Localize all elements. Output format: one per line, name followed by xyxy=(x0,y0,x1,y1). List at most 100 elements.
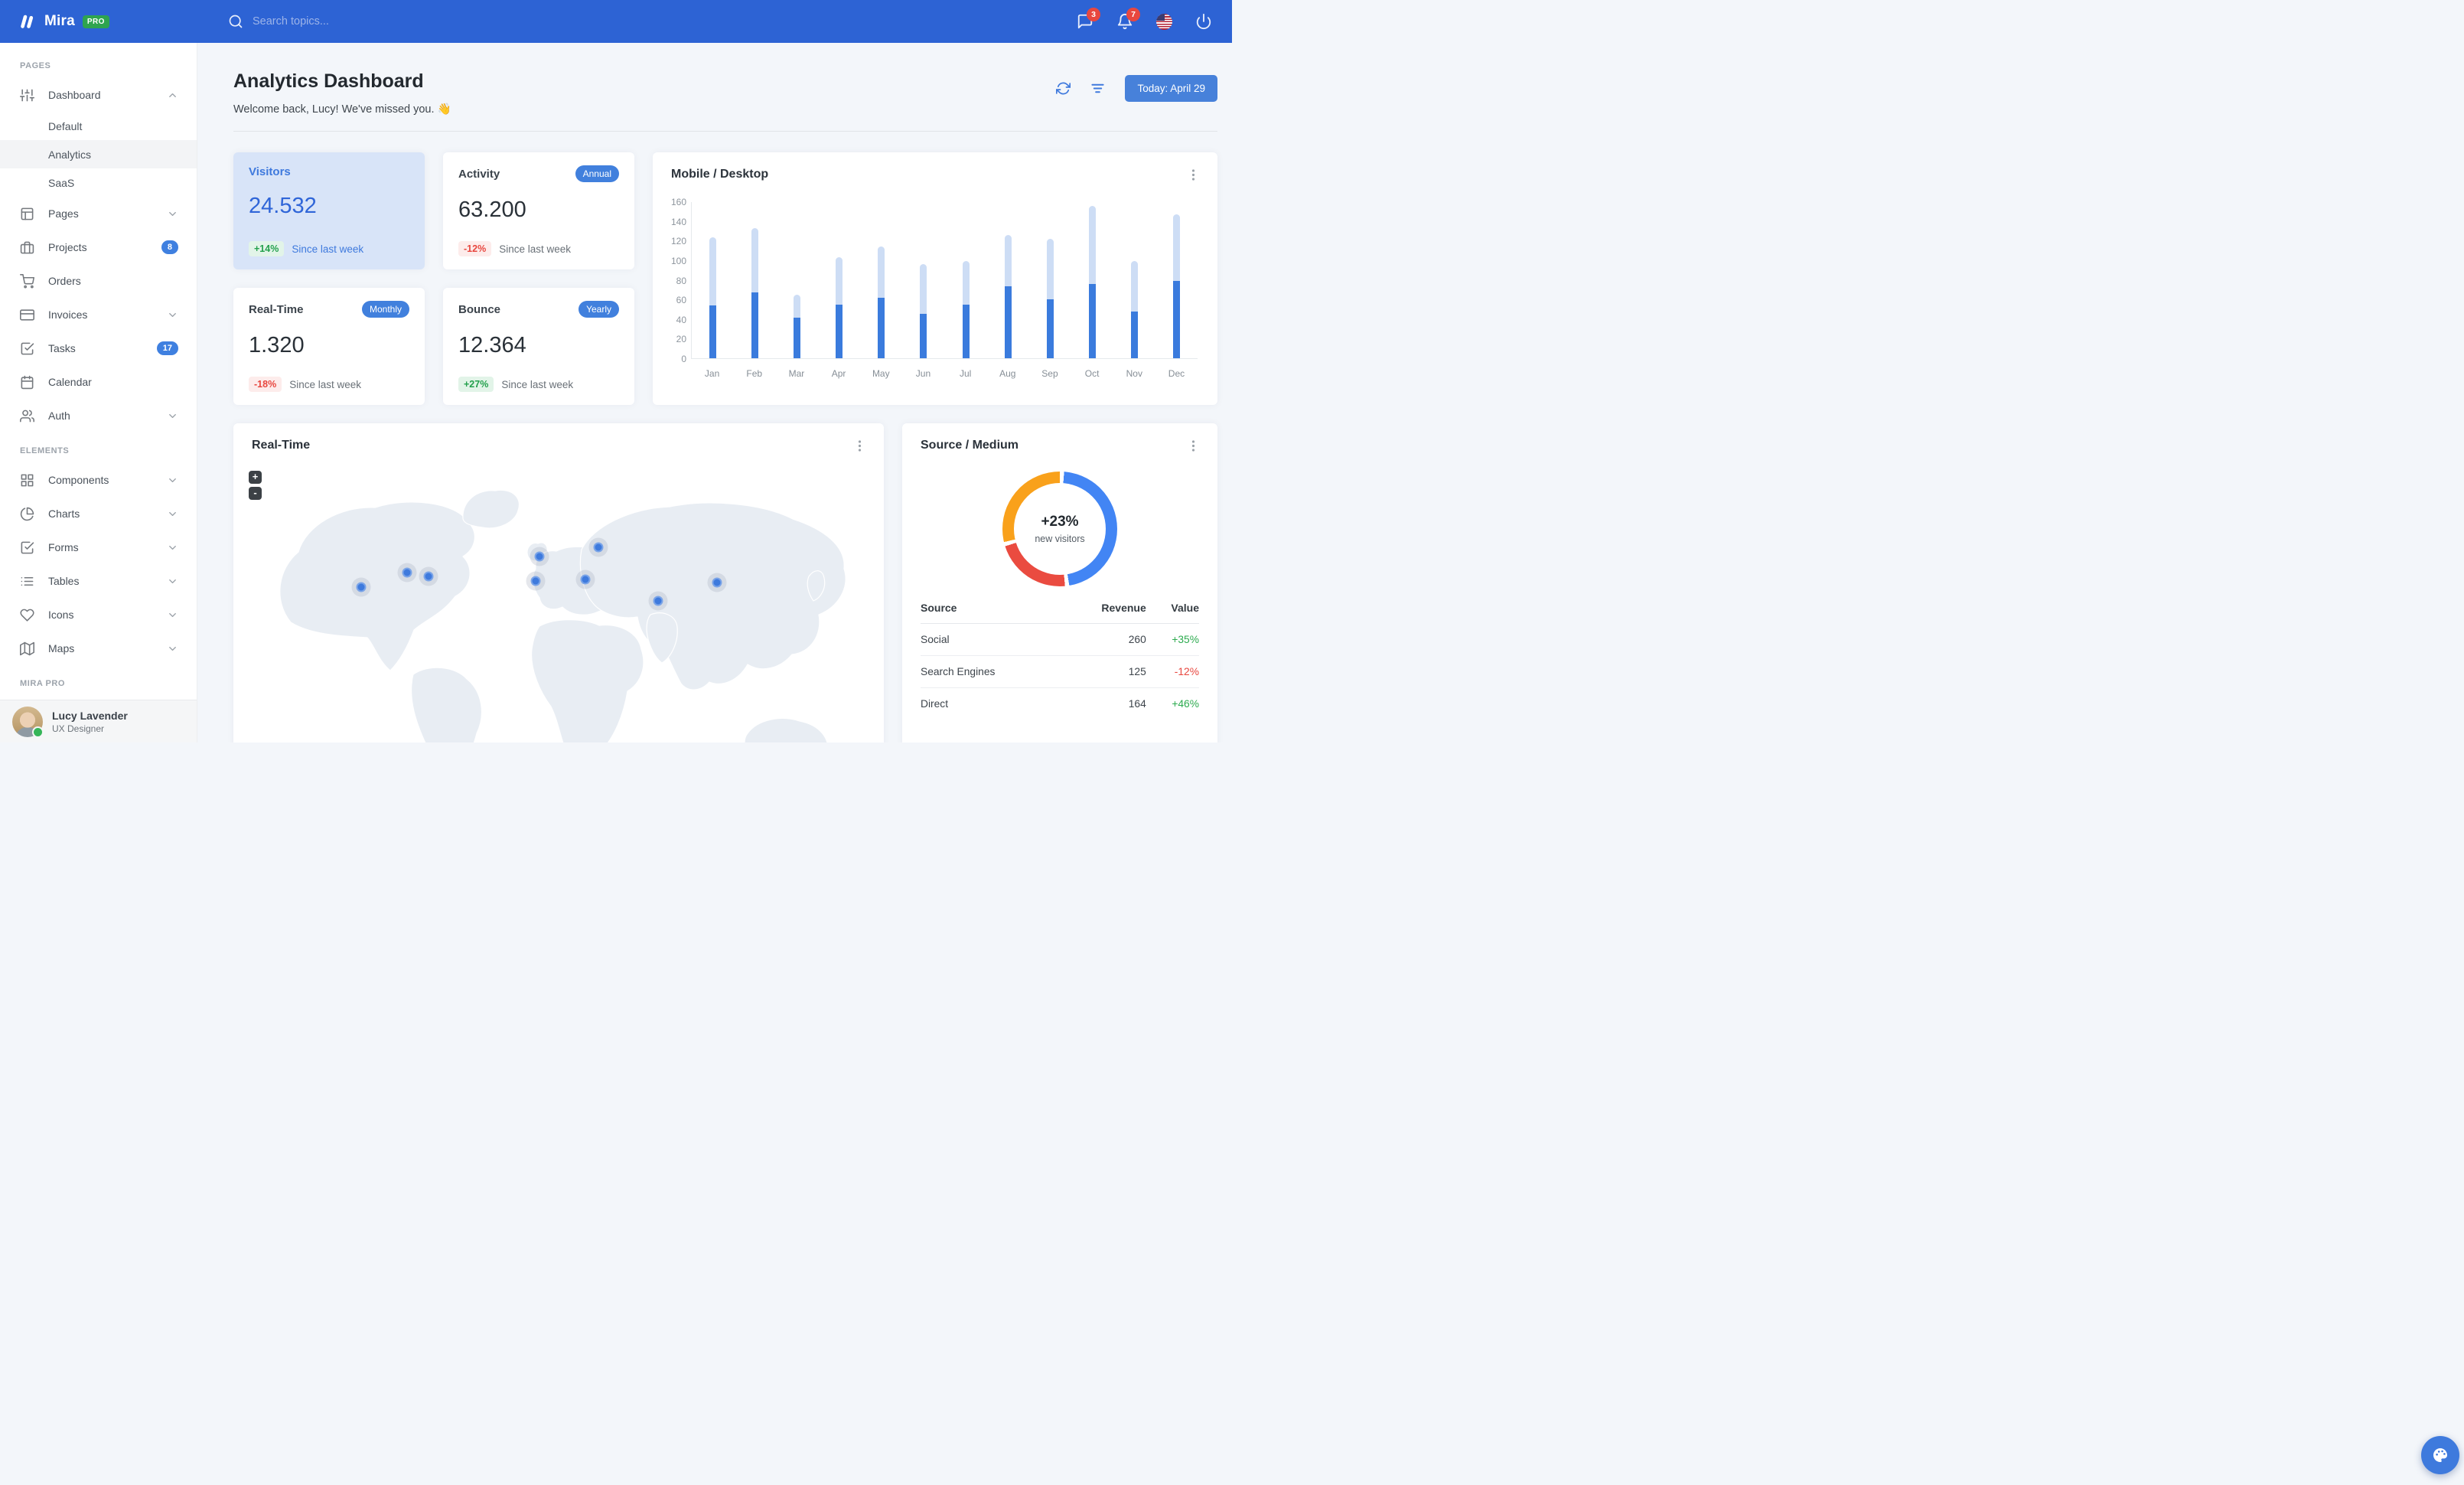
bar-segment-desktop xyxy=(1088,206,1096,284)
sidebar-item-saas[interactable]: SaaS xyxy=(0,168,197,197)
y-tick-label: 140 xyxy=(670,216,686,227)
sidebar-item-icons[interactable]: Icons xyxy=(0,598,197,632)
count-badge: 8 xyxy=(161,240,178,254)
x-tick-label: Nov xyxy=(1126,368,1142,379)
stat-period-badge[interactable]: Monthly xyxy=(361,301,409,318)
sidebar-item-dashboard[interactable]: Dashboard xyxy=(0,78,197,112)
map-zoom-out-button[interactable]: - xyxy=(249,487,262,500)
sidebar-item-maps[interactable]: Maps xyxy=(0,632,197,665)
messages-button[interactable]: 3 xyxy=(1077,8,1100,30)
messages-count-badge: 3 xyxy=(1087,8,1100,21)
stat-card-visitors: Visitors 24.532 +14% Since last week xyxy=(233,152,425,269)
sidebar-item-label: Components xyxy=(48,474,109,486)
bar-dec[interactable] xyxy=(1155,214,1198,358)
sidebar-item-projects[interactable]: Projects 8 xyxy=(0,230,197,264)
sidebar-item-charts[interactable]: Charts xyxy=(0,497,197,530)
map-marker[interactable] xyxy=(534,551,545,562)
bar-chart-y-axis: 0 20 40 60 80 100 120 140 160 xyxy=(667,197,691,364)
stat-period-badge[interactable]: Yearly xyxy=(579,301,619,318)
date-button[interactable]: Today: April 29 xyxy=(1125,75,1217,102)
language-flag-us[interactable] xyxy=(1156,13,1172,30)
power-icon[interactable] xyxy=(1195,13,1212,30)
map-marker[interactable] xyxy=(593,542,604,553)
sidebar-item-components[interactable]: Components xyxy=(0,463,197,497)
sidebar-item-tasks[interactable]: Tasks 17 xyxy=(0,331,197,365)
filter-icon[interactable] xyxy=(1090,81,1105,96)
y-tick-label: 120 xyxy=(670,236,686,247)
bar-jul[interactable] xyxy=(944,261,986,358)
navbar-actions: 3 7 xyxy=(1077,8,1232,30)
notifications-count-badge: 7 xyxy=(1126,8,1140,21)
chevron-down-icon xyxy=(169,545,176,550)
map-marker[interactable] xyxy=(712,577,722,588)
map-marker[interactable] xyxy=(402,567,412,578)
bar-aug[interactable] xyxy=(987,234,1029,358)
bar-oct[interactable] xyxy=(1071,206,1113,358)
bar-jun[interactable] xyxy=(902,264,944,358)
search-input[interactable] xyxy=(253,15,497,28)
x-tick-label: May xyxy=(872,368,890,379)
stat-value: 1.320 xyxy=(249,333,305,357)
cell-source: Social xyxy=(921,623,1062,656)
stat-title: Activity xyxy=(458,167,500,181)
sidebar-item-tables[interactable]: Tables xyxy=(0,564,197,598)
sidebar-item-analytics[interactable]: Analytics xyxy=(0,140,197,168)
col-header-value: Value xyxy=(1146,594,1199,624)
y-tick-label: 40 xyxy=(676,314,686,325)
map-marker[interactable] xyxy=(580,574,591,585)
x-tick-label: Oct xyxy=(1084,368,1100,379)
x-tick-label: Jul xyxy=(959,368,972,379)
bar-nov[interactable] xyxy=(1113,261,1155,358)
sidebar-item-auth[interactable]: Auth xyxy=(0,399,197,432)
brand[interactable]: Mira PRO xyxy=(0,11,197,31)
cell-revenue: 125 xyxy=(1061,655,1146,688)
cell-revenue: 260 xyxy=(1061,623,1146,656)
y-tick-label: 100 xyxy=(670,255,686,266)
map-and-source-grid: Real-Time + - Source / Medium +23% new v… xyxy=(233,423,1217,742)
bar-mar[interactable] xyxy=(776,294,818,358)
bar-feb[interactable] xyxy=(734,227,776,358)
notifications-button[interactable]: 7 xyxy=(1116,8,1140,30)
world-map-svg xyxy=(279,489,846,742)
sidebar-item-label: Projects xyxy=(48,241,87,253)
navbar-search[interactable] xyxy=(228,14,1077,29)
sidebar-item-invoices[interactable]: Invoices xyxy=(0,298,197,331)
bar-chart-x-labels: Jan Feb Mar Apr May Jun Jul Aug Sep Oct Nov Dec xyxy=(691,368,1198,379)
sidebar-item-calendar[interactable]: Calendar xyxy=(0,365,197,399)
bar-chart-plot: Jan Feb Mar Apr May Jun Jul Aug Sep Oct Nov Dec xyxy=(691,202,1198,405)
refresh-icon[interactable] xyxy=(1056,81,1071,96)
sidebar-item-forms[interactable]: Forms xyxy=(0,530,197,564)
map-zoom-in-button[interactable]: + xyxy=(249,471,262,484)
chevron-down-icon xyxy=(169,579,176,583)
x-tick-label: Sep xyxy=(1041,368,1058,379)
kebab-menu-icon[interactable] xyxy=(1186,439,1201,453)
map-marker[interactable] xyxy=(423,571,434,582)
sidebar-item-orders[interactable]: Orders xyxy=(0,264,197,298)
donut-chart: +23% new visitors xyxy=(1002,472,1117,586)
bar-segment-desktop xyxy=(709,237,717,305)
map-marker[interactable] xyxy=(356,582,367,592)
kebab-menu-icon[interactable] xyxy=(852,439,867,453)
map-marker[interactable] xyxy=(530,576,541,586)
bar-jan[interactable] xyxy=(692,237,734,358)
avatar xyxy=(12,706,44,738)
x-tick-label: Apr xyxy=(831,368,846,379)
bar-sep[interactable] xyxy=(1029,238,1071,358)
bar-may[interactable] xyxy=(860,246,902,358)
sidebar-item-default[interactable]: Default xyxy=(0,112,197,140)
world-map[interactable] xyxy=(233,462,884,742)
stat-period-badge[interactable]: Annual xyxy=(575,165,619,182)
bar-apr[interactable] xyxy=(818,257,860,358)
bar-segment-desktop xyxy=(751,227,759,293)
grid-icon xyxy=(21,474,34,486)
chevron-down-icon xyxy=(169,413,176,418)
table-row-social: Social 260 +35% xyxy=(921,623,1199,656)
map-marker[interactable] xyxy=(653,596,663,606)
sidebar-item-pages[interactable]: Pages xyxy=(0,197,197,230)
theme-settings-fab[interactable] xyxy=(2421,1436,2459,1474)
sidebar-user[interactable]: Lucy Lavender UX Designer xyxy=(0,700,197,742)
stat-delta-badge: +27% xyxy=(458,377,494,392)
kebab-menu-icon[interactable] xyxy=(1186,168,1201,182)
x-tick-label: Jan xyxy=(704,368,720,379)
stat-delta-badge: +14% xyxy=(249,241,285,256)
